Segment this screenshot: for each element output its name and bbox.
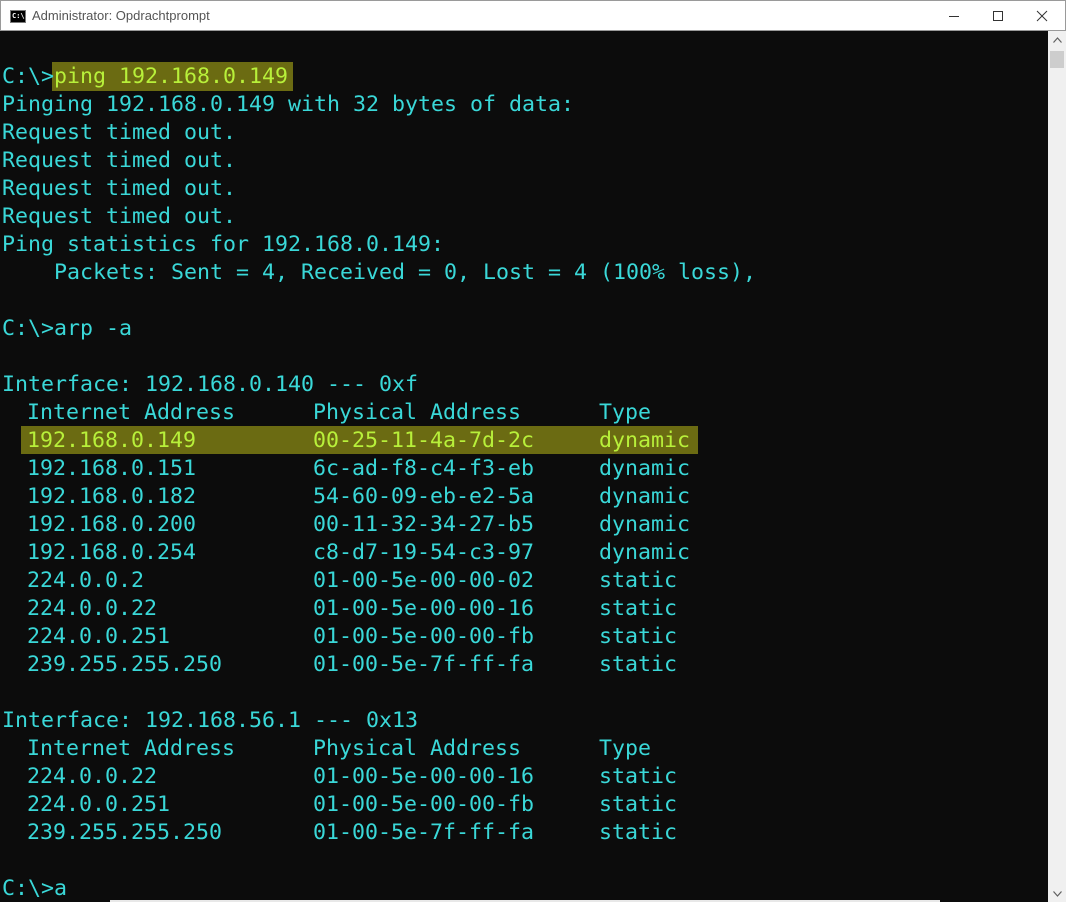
type-cell: static (599, 820, 678, 845)
console-output[interactable]: C:\> ping 192.168.0.149 Pinging 192.168.… (0, 31, 1048, 902)
mac-cell: 01-00-5e-7f-ff-fa (313, 820, 535, 845)
scroll-down-button[interactable] (1048, 885, 1066, 902)
ip-cell: 239.255.255.250 (27, 820, 223, 845)
output-line: Ping statistics for 192.168.0.149: (2, 232, 445, 257)
ip-cell: 192.168.0.149 (27, 428, 197, 453)
minimize-icon (949, 15, 959, 17)
mac-cell: 00-25-11-4a-7d-2c (313, 428, 535, 453)
table-row: 192.168.0.182 54-60-09-eb-e2-5a dynamic (2, 483, 690, 511)
output-line: Request timed out. (2, 204, 237, 229)
mac-cell: 01-00-5e-00-00-16 (313, 596, 535, 621)
ip-cell: 239.255.255.250 (27, 652, 223, 677)
output-line: Request timed out. (2, 148, 237, 173)
mac-cell: 01-00-5e-00-00-fb (313, 792, 535, 817)
table-row: 224.0.0.251 01-00-5e-00-00-fb static (2, 791, 677, 819)
title-bar[interactable]: C:\ Administrator: Opdrachtprompt (0, 0, 1066, 31)
table-row: 224.0.0.2 01-00-5e-00-00-02 static (2, 567, 677, 595)
type-cell: dynamic (599, 512, 691, 537)
column-header: Type (599, 736, 652, 761)
mac-cell: c8-d7-19-54-c3-97 (313, 540, 535, 565)
minimize-button[interactable] (931, 1, 977, 30)
prompt: C:\> (2, 64, 55, 89)
interface-header: Interface: 192.168.0.140 --- 0xf (2, 372, 419, 397)
column-header: Physical Address (313, 400, 522, 425)
output-line: Request timed out. (2, 176, 237, 201)
cmd-icon: C:\ (10, 10, 26, 23)
output-line: Packets: Sent = 4, Received = 0, Lost = … (2, 260, 757, 285)
output-line: Pinging 192.168.0.149 with 32 bytes of d… (2, 92, 575, 117)
table-header: Internet Address Physical Address Type (2, 399, 651, 427)
mac-cell: 01-00-5e-00-00-16 (313, 764, 535, 789)
scroll-thumb[interactable] (1050, 51, 1064, 68)
table-row: 224.0.0.22 01-00-5e-00-00-16 static (2, 763, 677, 791)
type-cell: dynamic (599, 456, 691, 481)
type-cell: static (599, 792, 678, 817)
ip-cell: 224.0.0.22 (27, 764, 158, 789)
column-header: Internet Address (27, 400, 236, 425)
ip-cell: 224.0.0.251 (27, 624, 171, 649)
ip-cell: 224.0.0.2 (27, 568, 145, 593)
chevron-up-icon (1052, 36, 1062, 43)
table-header: Internet Address Physical Address Type (2, 735, 651, 763)
arp-command-line: C:\>arp -a (2, 316, 133, 341)
console-window: C:\ Administrator: Opdrachtprompt C:\> p… (0, 0, 1066, 902)
close-icon (1036, 10, 1048, 21)
table-row: 192.168.0.151 6c-ad-f8-c4-f3-eb dynamic (2, 455, 690, 483)
ping-command-line: C:\> ping 192.168.0.149 (2, 63, 288, 91)
type-cell: dynamic (599, 484, 691, 509)
ip-cell: 192.168.0.200 (27, 512, 197, 537)
mac-cell: 54-60-09-eb-e2-5a (313, 484, 535, 509)
column-header: Internet Address (27, 736, 236, 761)
type-cell: static (599, 652, 678, 677)
table-row: 224.0.0.251 01-00-5e-00-00-fb static (2, 623, 677, 651)
mac-cell: 01-00-5e-00-00-fb (313, 624, 535, 649)
interface-header: Interface: 192.168.56.1 --- 0x13 (2, 708, 419, 733)
window-title: Administrator: Opdrachtprompt (32, 8, 210, 23)
maximize-button[interactable] (975, 1, 1021, 30)
ip-cell: 192.168.0.151 (27, 456, 197, 481)
current-input-line[interactable]: C:\>a (2, 875, 67, 902)
output-line: Request timed out. (2, 120, 237, 145)
type-cell: static (599, 624, 678, 649)
mac-cell: 00-11-32-34-27-b5 (313, 512, 535, 537)
scroll-up-button[interactable] (1048, 31, 1066, 48)
table-row: 239.255.255.250 01-00-5e-7f-ff-fa static (2, 651, 677, 679)
ip-cell: 192.168.0.254 (27, 540, 197, 565)
ip-cell: 224.0.0.251 (27, 792, 171, 817)
ip-cell: 192.168.0.182 (27, 484, 197, 509)
type-cell: static (599, 568, 678, 593)
type-cell: static (599, 596, 678, 621)
column-header: Physical Address (313, 736, 522, 761)
table-row: 239.255.255.250 01-00-5e-7f-ff-fa static (2, 819, 677, 847)
mac-cell: 01-00-5e-7f-ff-fa (313, 652, 535, 677)
table-row: 192.168.0.200 00-11-32-34-27-b5 dynamic (2, 511, 690, 539)
ip-cell: 224.0.0.22 (27, 596, 158, 621)
mac-cell: 01-00-5e-00-00-02 (313, 568, 535, 593)
chevron-down-icon (1052, 890, 1062, 897)
table-row: 192.168.0.254 c8-d7-19-54-c3-97 dynamic (2, 539, 690, 567)
table-row: 224.0.0.22 01-00-5e-00-00-16 static (2, 595, 677, 623)
table-row: 192.168.0.149 00-25-11-4a-7d-2c dynamic (2, 427, 690, 455)
type-cell: static (599, 764, 678, 789)
column-header: Type (599, 400, 652, 425)
mac-cell: 6c-ad-f8-c4-f3-eb (313, 456, 535, 481)
type-cell: dynamic (599, 540, 691, 565)
close-button[interactable] (1019, 1, 1065, 30)
vertical-scrollbar[interactable] (1048, 31, 1066, 902)
ping-command: ping 192.168.0.149 (54, 64, 289, 89)
maximize-icon (993, 10, 1003, 21)
type-cell: dynamic (599, 428, 691, 453)
